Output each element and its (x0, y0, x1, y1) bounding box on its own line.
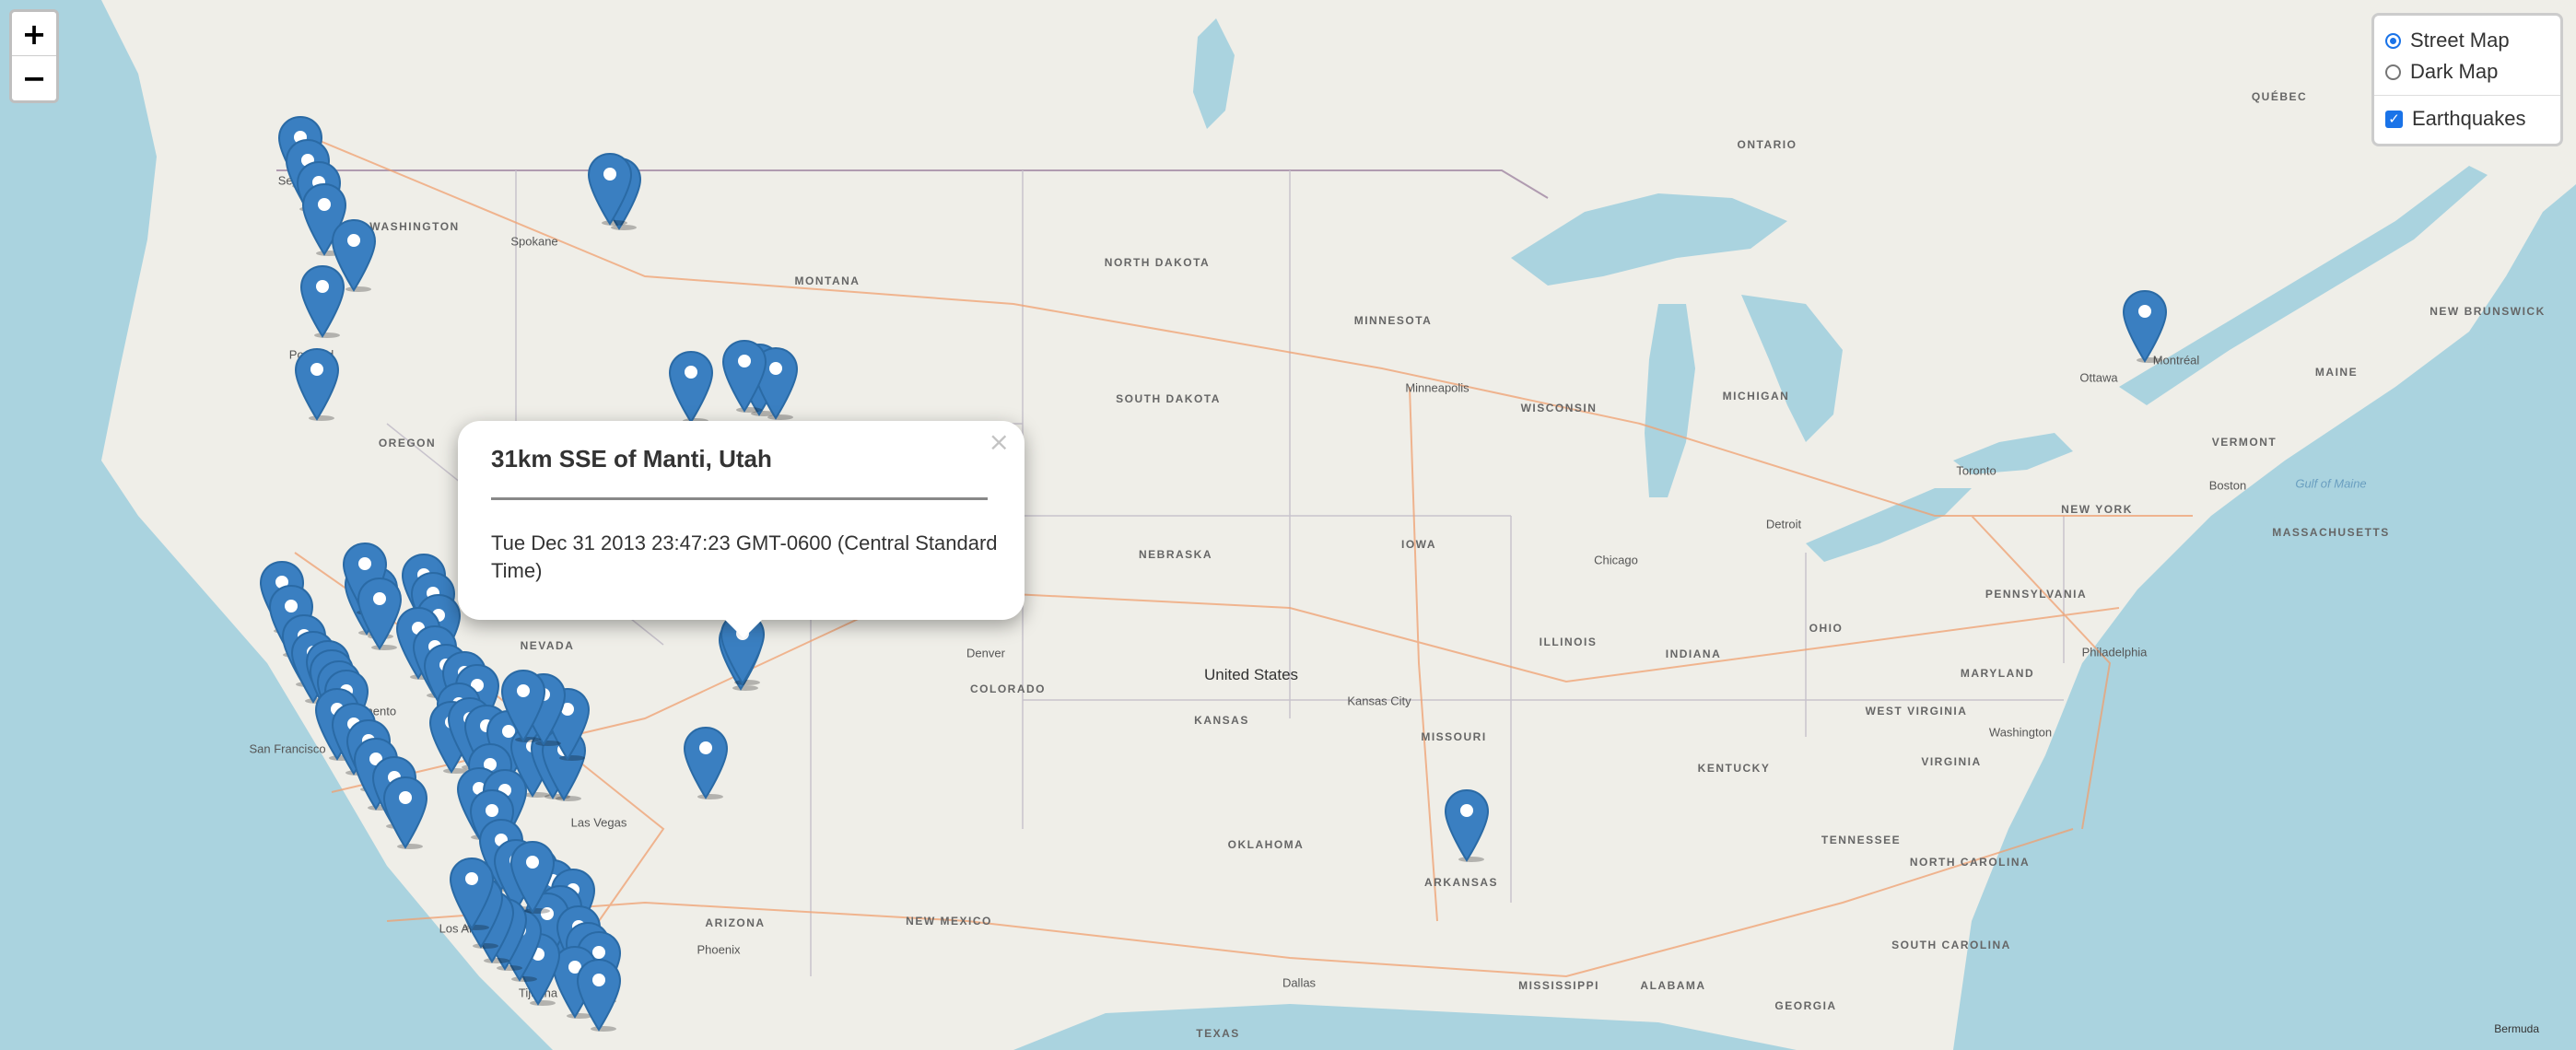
map-label: NORTH CAROLINA (1909, 856, 2031, 869)
overlay-earthquakes[interactable]: ✓ Earthquakes (2385, 103, 2549, 134)
map-label: Kansas City (1347, 694, 1411, 708)
map-label: Washington (1988, 725, 2053, 740)
map-label: Philadelphia (2081, 645, 2148, 659)
map-label: IOWA (1401, 538, 1436, 551)
map-label: VERMONT (2211, 436, 2277, 449)
map-label: Minneapolis (1405, 380, 1469, 395)
map-label: United States (1203, 666, 1299, 683)
map-label: Dallas (1282, 975, 1317, 990)
zoom-out-button[interactable]: − (12, 56, 56, 100)
popup-close-button[interactable]: × (989, 426, 1010, 457)
map-label: INDIANA (1665, 648, 1722, 660)
map-marker-icon[interactable] (509, 840, 556, 914)
map-label: Spokane (510, 234, 558, 249)
map-label: MISSISSIPPI (1518, 979, 1599, 992)
map-label: ILLINOIS (1539, 636, 1598, 648)
map-label: SOUTH DAKOTA (1116, 392, 1221, 405)
map-label: Phoenix (697, 942, 741, 957)
map-label: Toronto (1956, 463, 1996, 478)
zoom-control: + − (9, 9, 59, 103)
map-marker-icon[interactable] (299, 264, 345, 338)
map-label: KENTUCKY (1697, 762, 1771, 775)
map-label: MAINE (2314, 366, 2359, 379)
map-marker-icon[interactable] (668, 350, 714, 424)
street-map-label: Street Map (2410, 29, 2510, 52)
popup-title: 31km SSE of Manti, Utah (491, 445, 772, 472)
map-label: Denver (966, 646, 1005, 660)
map-marker-icon[interactable] (500, 669, 546, 742)
dark-map-radio[interactable] (2385, 64, 2401, 80)
popup-time: Tue Dec 31 2013 23:47:23 GMT-0600 (Centr… (491, 531, 998, 582)
map-label: MARYLAND (1960, 667, 2035, 680)
map-label: WISCONSIN (1520, 402, 1598, 414)
layer-separator (2374, 95, 2560, 96)
map-marker-icon[interactable] (294, 347, 340, 421)
map-label: Las Vegas (570, 815, 627, 830)
map-label: ARIZONA (705, 916, 766, 929)
street-map-radio[interactable] (2385, 32, 2401, 49)
map-label: NEW MEXICO (906, 915, 992, 928)
earthquakes-label: Earthquakes (2412, 107, 2526, 130)
map-label: TEXAS (1196, 1027, 1240, 1040)
map-label: WASHINGTON (369, 220, 460, 233)
map-label: GEORGIA (1774, 999, 1837, 1012)
map-label: MINNESOTA (1353, 314, 1433, 327)
map-label: Boston (2208, 478, 2247, 493)
map-label: WEST VIRGINIA (1865, 705, 1968, 718)
zoom-in-button[interactable]: + (12, 12, 56, 56)
map-label: NEBRASKA (1138, 548, 1213, 561)
map-marker-icon[interactable] (587, 152, 633, 226)
map-marker-icon[interactable] (382, 776, 428, 849)
dark-map-label: Dark Map (2410, 60, 2499, 83)
map-label: OREGON (378, 437, 437, 449)
map-marker-icon[interactable] (721, 339, 767, 413)
map-label: COLORADO (970, 682, 1046, 695)
map-label: OHIO (1809, 622, 1844, 635)
map-marker-icon[interactable] (2122, 289, 2168, 363)
map-label: Gulf of Maine (2295, 476, 2367, 491)
map-label: NEW BRUNSWICK (2430, 305, 2546, 318)
map-label: NORTH DAKOTA (1104, 256, 1211, 269)
map-label: TENNESSEE (1821, 834, 1902, 846)
map-label: MICHIGAN (1722, 390, 1790, 402)
map-label: KANSAS (1194, 714, 1249, 727)
map-canvas[interactable]: WASHINGTON OREGON MONTANA NORTH DAKOTA SOUTH… (0, 0, 2576, 1050)
map-label: ALABAMA (1640, 979, 1706, 992)
map-label: Chicago (1594, 553, 1638, 567)
popup-divider (491, 497, 988, 500)
popup-tip (723, 618, 764, 638)
earthquakes-checkbox[interactable]: ✓ (2385, 110, 2403, 128)
map-label: ARKANSAS (1423, 876, 1499, 889)
map-label: NEVADA (520, 639, 575, 652)
map-basemap (0, 0, 2576, 1050)
map-attribution: Bermuda (2494, 1022, 2539, 1035)
map-label: QUÉBEC (2251, 90, 2308, 103)
map-label: SOUTH CAROLINA (1891, 939, 2011, 951)
map-label: Ottawa (2079, 370, 2118, 385)
map-marker-icon[interactable] (576, 958, 622, 1032)
map-label: MISSOURI (1421, 730, 1487, 743)
map-label: NEW YORK (2061, 503, 2133, 516)
base-layer-street-map[interactable]: Street Map (2385, 25, 2549, 56)
map-marker-icon[interactable] (683, 726, 729, 799)
base-layer-dark-map[interactable]: Dark Map (2385, 56, 2549, 88)
map-label: VIRGINIA (1921, 755, 1982, 768)
map-label: PENNSYLVANIA (1985, 588, 2088, 601)
map-label: MASSACHUSETTS (2272, 526, 2390, 539)
map-marker-icon[interactable] (449, 857, 495, 930)
map-label: ONTARIO (1737, 138, 1797, 151)
layer-control: Street Map Dark Map ✓ Earthquakes (2371, 13, 2563, 146)
map-marker-icon[interactable] (1444, 788, 1490, 862)
map-label: OKLAHOMA (1227, 838, 1305, 851)
map-label: Detroit (1765, 517, 1802, 531)
map-label: MONTANA (794, 274, 861, 287)
marker-popup: × 31km SSE of Manti, Utah Tue Dec 31 201… (458, 421, 1025, 638)
